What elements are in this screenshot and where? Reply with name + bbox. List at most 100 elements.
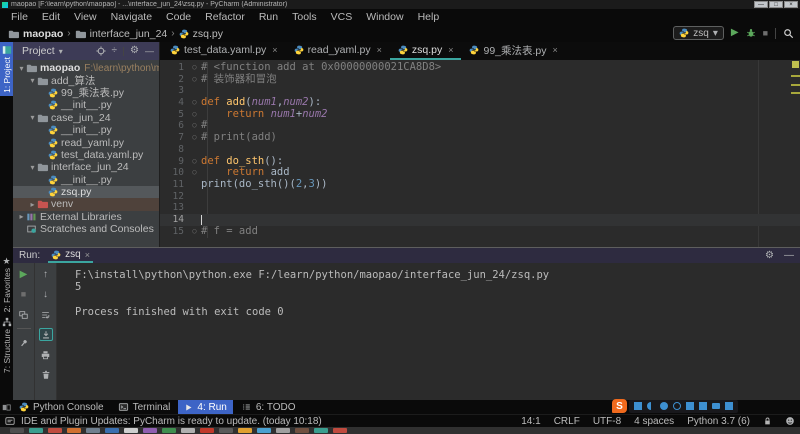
line-number[interactable]: 8 (160, 144, 188, 156)
menu-navigate[interactable]: Navigate (104, 9, 159, 25)
ime-ring-icon[interactable] (673, 402, 681, 410)
tree-item[interactable]: ▸External Libraries (13, 211, 159, 223)
close-icon[interactable]: × (553, 45, 558, 55)
taskbar-app-icon[interactable] (162, 428, 176, 433)
taskbar-app-icon[interactable] (200, 428, 214, 433)
line-number[interactable]: 9 (160, 156, 188, 168)
close-icon[interactable]: × (377, 45, 382, 55)
line-number[interactable]: 2 (160, 74, 188, 86)
hide-icon[interactable]: — (145, 47, 154, 56)
fold-marker-icon[interactable]: ○ (188, 132, 201, 144)
line-number[interactable]: 11 (160, 179, 188, 191)
menu-tools[interactable]: Tools (285, 9, 324, 25)
ime-grid-icon[interactable] (725, 402, 733, 410)
warning-stripe-mark[interactable] (791, 84, 800, 86)
stripe-button-structure[interactable]: 7: Structure (0, 314, 13, 376)
scrollend-button[interactable] (39, 328, 53, 341)
search-everywhere-button[interactable] (783, 28, 794, 39)
line-number[interactable]: 6 (160, 120, 188, 132)
toolwindow-button-6-todo[interactable]: 6: TODO (235, 400, 302, 414)
debug-button[interactable] (746, 28, 756, 38)
chevron-down-icon[interactable]: ▾ (28, 76, 37, 85)
menu-run[interactable]: Run (252, 9, 285, 25)
chevron-right-icon[interactable]: ▸ (17, 212, 26, 221)
close-button[interactable]: × (784, 1, 798, 8)
caret-position[interactable]: 14:1 (521, 416, 540, 427)
tree-item[interactable]: __init__.py (13, 124, 159, 136)
taskbar-app-icon[interactable] (257, 428, 271, 433)
ime-lang-icon[interactable] (634, 402, 642, 410)
chevron-down-icon[interactable]: ▾ (28, 163, 37, 172)
maximize-button[interactable]: □ (769, 1, 783, 8)
interpreter[interactable]: Python 3.7 (6) (687, 416, 750, 427)
line-ending[interactable]: CRLF (554, 416, 580, 427)
softwrap-button[interactable] (39, 308, 53, 321)
taskbar-app-icon[interactable] (333, 428, 347, 433)
tree-item[interactable]: ▾interface_jun_24 (13, 161, 159, 173)
taskbar-app-icon[interactable] (238, 428, 252, 433)
down-button[interactable]: ↓ (39, 288, 53, 301)
line-number[interactable]: 15 (160, 226, 188, 238)
indent-setting[interactable]: 4 spaces (634, 416, 674, 427)
toolwindow-button-terminal[interactable]: Terminal (112, 400, 177, 414)
taskbar-app-icon[interactable] (314, 428, 328, 433)
sogou-logo-icon[interactable]: S (612, 399, 627, 413)
close-icon[interactable]: × (272, 45, 277, 55)
minimize-button[interactable]: — (754, 1, 768, 8)
run-button[interactable]: ▶ (731, 28, 739, 38)
layout-button[interactable] (17, 308, 31, 321)
close-icon[interactable]: × (85, 250, 90, 260)
breadcrumb-item[interactable]: maopao (8, 28, 63, 40)
fold-marker-icon[interactable]: ○ (188, 120, 201, 132)
tree-item[interactable]: ▾case_jun_24 (13, 112, 159, 124)
fold-marker-icon[interactable]: ○ (188, 167, 201, 179)
editor-tab[interactable]: read_yaml.py× (286, 42, 390, 60)
project-panel-header[interactable]: Project ▾ ÷⚙— (13, 42, 159, 60)
line-number[interactable]: 10 (160, 167, 188, 179)
tree-item[interactable]: Scratches and Consoles (13, 223, 159, 235)
menu-refactor[interactable]: Refactor (198, 9, 252, 25)
menu-vcs[interactable]: VCS (324, 9, 360, 25)
warning-stripe-mark[interactable] (791, 92, 800, 94)
stop-button[interactable]: ■ (17, 288, 31, 301)
editor-tab[interactable]: zsq.py× (390, 42, 462, 60)
lock-icon[interactable] (763, 416, 772, 426)
ime-keyboard-icon[interactable] (699, 402, 707, 410)
stripe-button-project[interactable]: 1: Project (0, 42, 13, 96)
menu-file[interactable]: File (4, 9, 35, 25)
taskbar-app-icon[interactable] (143, 428, 157, 433)
line-number[interactable]: 12 (160, 191, 188, 203)
run-configuration-select[interactable]: zsq ▾ (673, 26, 724, 40)
settings-gear-icon[interactable]: ⚙ (765, 250, 774, 261)
file-encoding[interactable]: UTF-8 (593, 416, 621, 427)
close-icon[interactable]: × (448, 45, 453, 55)
editor-tab[interactable]: 99_乘法表.py× (461, 42, 565, 60)
fold-marker-icon[interactable]: ○ (188, 109, 201, 121)
taskbar-app-icon[interactable] (181, 428, 195, 433)
collapse-all-icon[interactable]: ÷ (112, 46, 118, 56)
tree-item[interactable]: 99_乘法表.py (13, 87, 159, 99)
stripe-button-favorites[interactable]: ★2: Favorites (0, 254, 13, 315)
ime-bar-icon[interactable] (712, 403, 720, 409)
taskbar-app-icon[interactable] (48, 428, 62, 433)
menu-view[interactable]: View (67, 9, 104, 25)
tree-item[interactable]: read_yaml.py (13, 136, 159, 148)
line-number[interactable]: 1 (160, 62, 188, 74)
menu-code[interactable]: Code (159, 9, 198, 25)
tree-item[interactable]: __init__.py (13, 99, 159, 111)
taskbar-app-icon[interactable] (29, 428, 43, 433)
breadcrumb-item[interactable]: zsq.py (179, 28, 223, 40)
taskbar-app-icon[interactable] (105, 428, 119, 433)
toolwindow-button-python-console[interactable]: Python Console (13, 400, 110, 414)
ime-dot-icon[interactable] (660, 402, 668, 410)
tree-item[interactable]: zsq.py (13, 186, 159, 198)
taskbar-app-icon[interactable] (124, 428, 138, 433)
line-number[interactable]: 3 (160, 85, 188, 97)
line-number[interactable]: 7 (160, 132, 188, 144)
line-number[interactable]: 13 (160, 202, 188, 214)
console-output[interactable]: F:\install\python\python.exe F:/learn/py… (57, 263, 800, 400)
inspection-indicator[interactable] (792, 61, 799, 68)
ime-moon-icon[interactable] (647, 402, 655, 410)
fold-marker-icon[interactable]: ○ (188, 74, 201, 86)
fold-marker-icon[interactable]: ○ (188, 226, 201, 238)
